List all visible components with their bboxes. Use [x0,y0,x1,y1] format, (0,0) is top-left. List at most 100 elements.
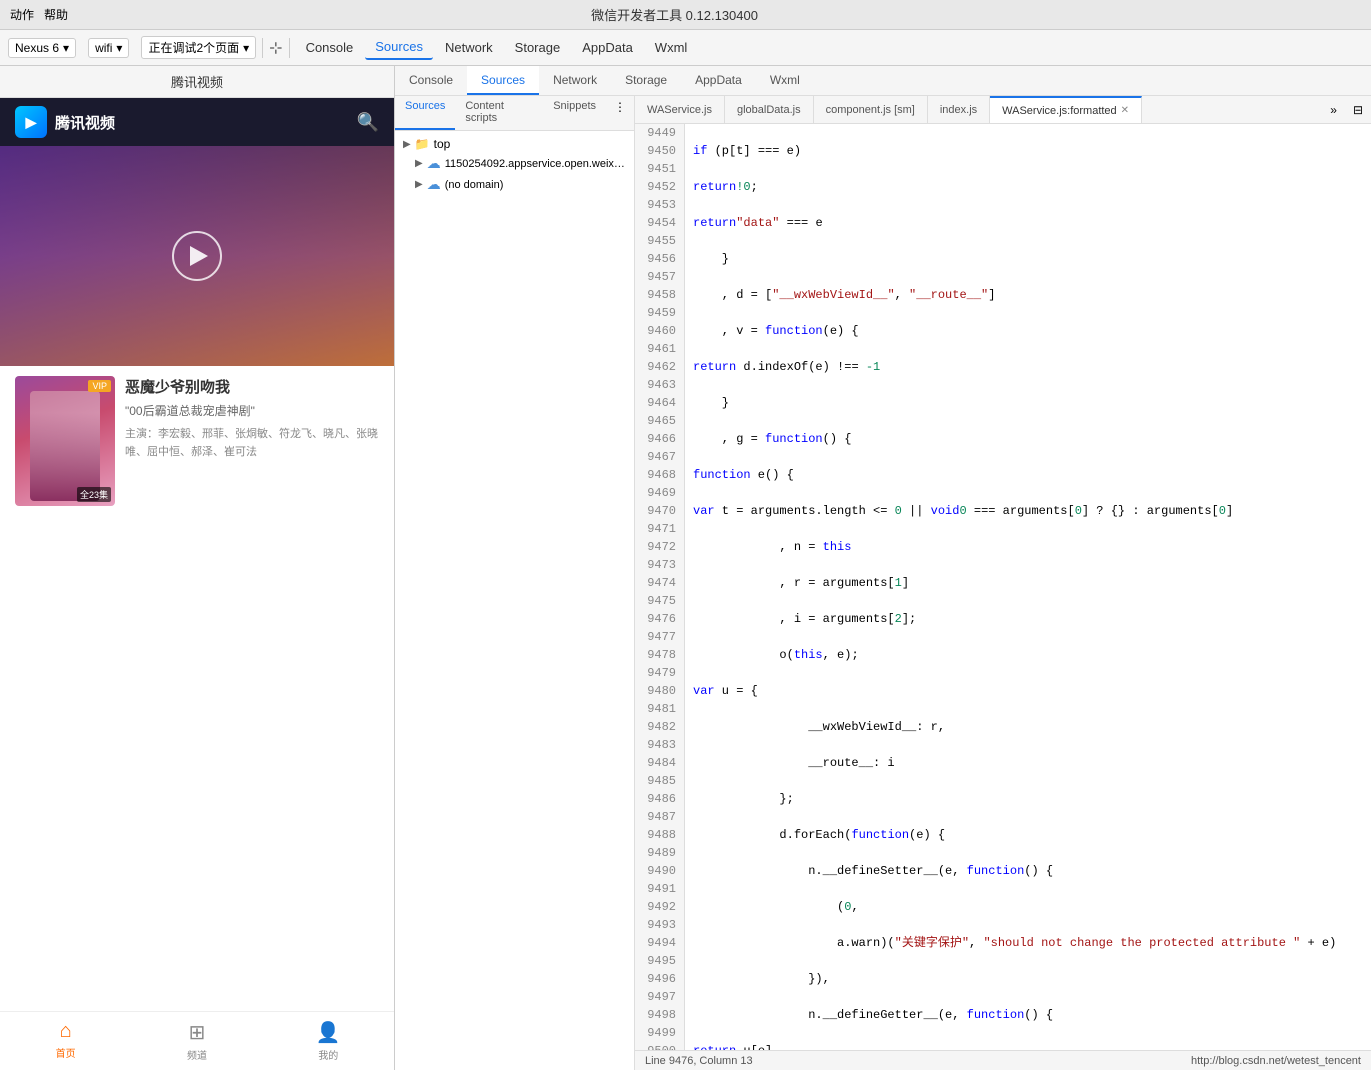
cursor-icon: ⊹ [269,38,282,58]
code-line: n.__defineSetter__(e, function() { [693,862,1371,880]
nav-channels[interactable]: ⊞ 频道 [131,1020,262,1062]
line-numbers: 9449 9450 9451 9452 9453 9454 9455 9456 … [635,124,685,1050]
tab-sources[interactable]: Sources [365,35,433,60]
device-chevron-icon: ▾ [63,41,69,55]
nav-profile[interactable]: 👤 我的 [263,1020,394,1062]
debug-selector[interactable]: 正在调试2个页面 ▾ [141,36,256,59]
code-line: return d.indexOf(e) !== -1 [693,358,1371,376]
device-name: Nexus 6 [15,41,59,55]
tree-item-domain[interactable]: ▶ ☁ 1150254092.appservice.open.weixin.qq… [395,153,634,174]
app-logo-icon: ▶ [15,106,47,138]
sources-sub-tabs: Sources Content scripts Snippets ⋮ [395,96,634,131]
app-title: 微信开发者工具 0.12.130400 [591,5,758,24]
nav-home-label: 首页 [56,1045,76,1060]
devtools-tab-storage[interactable]: Storage [611,66,681,95]
phone-content: ▶ 腾讯视频 🔍 [0,98,394,1070]
device-selector[interactable]: Nexus 6 ▾ [8,38,76,58]
devtools-panel: Console Sources Network Storage AppData … [395,66,1371,1070]
code-line: (0, [693,898,1371,916]
code-line: }; [693,790,1371,808]
tree-item-top[interactable]: ▶ 📁 top [395,135,634,153]
cloud-icon-2: ☁ [427,176,441,193]
code-line: function e() { [693,466,1371,484]
chevron-right-icon: ▶ [415,158,423,169]
channels-icon: ⊞ [189,1020,206,1045]
vip-badge: VIP [88,380,111,392]
code-line: return u[e] [693,1042,1371,1050]
code-lines: if (p[t] === e) return !0; return "data"… [685,124,1371,1050]
search-icon[interactable]: 🔍 [357,112,379,133]
tree-no-domain-label: (no domain) [445,179,504,191]
code-tab-component[interactable]: component.js [sm] [814,96,928,123]
code-tab-waservice-formatted[interactable]: WAService.js:formatted ✕ [990,96,1142,123]
main-toolbar: Nexus 6 ▾ wifi ▾ 正在调试2个页面 ▾ ⊹ Console So… [0,30,1371,66]
network-chevron-icon: ▾ [116,41,122,55]
code-tab-index[interactable]: index.js [928,96,990,123]
tab-console[interactable]: Console [296,36,364,59]
phone-header: 腾讯视频 [0,66,394,98]
code-tabs-more-icon[interactable]: » [1322,99,1345,121]
tab-network[interactable]: Network [435,36,503,59]
status-url: http://blog.csdn.net/wetest_tencent [1191,1055,1361,1067]
bottom-nav: ⌂ 首页 ⊞ 频道 👤 我的 [0,1011,394,1070]
tree-icon-folder: 📁 [415,137,430,151]
tree-domain-label: 1150254092.appservice.open.weixin.qq.co [445,158,626,170]
devtools-tab-wxml[interactable]: Wxml [756,66,814,95]
code-line: , r = arguments[1] [693,574,1371,592]
code-line: o(this, e); [693,646,1371,664]
tab-appdata[interactable]: AppData [572,36,643,59]
episode-count: 全23集 [77,487,111,502]
play-button[interactable] [172,231,222,281]
devtools-tabs: Console Sources Network Storage AppData … [395,66,1371,96]
sources-sidebar: Sources Content scripts Snippets ⋮ ▶ 📁 t… [395,96,635,1070]
code-line: , g = function() { [693,430,1371,448]
sources-more-icon[interactable]: ⋮ [606,96,634,130]
code-line: return "data" === e [693,214,1371,232]
network-selector[interactable]: wifi ▾ [88,38,129,58]
menu-help[interactable]: 帮助 [44,6,68,23]
code-line: var t = arguments.length <= 0 || void 0 … [693,502,1371,520]
devtools-tab-console[interactable]: Console [395,66,467,95]
phone-panel: 腾讯视频 ▶ 腾讯视频 🔍 [0,66,395,1070]
title-bar: 动作 帮助 微信开发者工具 0.12.130400 [0,0,1371,30]
subtab-content-scripts[interactable]: Content scripts [455,96,543,130]
code-tab-waservice[interactable]: WAService.js [635,96,725,123]
code-content[interactable]: 9449 9450 9451 9452 9453 9454 9455 9456 … [635,124,1371,1050]
phone-title: 腾讯视频 [171,75,223,90]
menu-bar[interactable]: 动作 帮助 [10,6,68,23]
show-title: 恶魔少爷别吻我 [125,376,379,397]
devtools-tab-sources[interactable]: Sources [467,66,539,95]
app-header: ▶ 腾讯视频 🔍 [0,98,394,146]
show-card: VIP 全23集 恶魔少爷别吻我 "00后霸道总裁宠虐神剧" 主演：李宏毅、邢菲… [15,376,379,506]
code-line: } [693,250,1371,268]
close-tab-icon[interactable]: ✕ [1121,105,1129,116]
tab-storage[interactable]: Storage [505,36,571,59]
sources-tree: ▶ 📁 top ▶ ☁ 1150254092.appservice.open.w… [395,131,634,1070]
code-line: a.warn)("关键字保护", "should not change the … [693,934,1371,952]
show-description: "00后霸道总裁宠虐神剧" [125,402,379,420]
devtools-tab-network[interactable]: Network [539,66,611,95]
subtab-sources[interactable]: Sources [395,96,455,130]
code-line-container: 9449 9450 9451 9452 9453 9454 9455 9456 … [635,124,1371,1050]
tab-wxml[interactable]: Wxml [645,36,698,59]
debug-text: 正在调试2个页面 [148,39,239,56]
nav-home[interactable]: ⌂ 首页 [0,1020,131,1062]
subtab-snippets[interactable]: Snippets [543,96,606,130]
code-line: , n = this [693,538,1371,556]
nav-channels-label: 频道 [187,1047,207,1062]
devtools-tab-appdata[interactable]: AppData [681,66,756,95]
code-tab-globaldata[interactable]: globalData.js [725,96,814,123]
main-layout: 腾讯视频 ▶ 腾讯视频 🔍 [0,66,1371,1070]
panel-toggle-icon[interactable]: ⊟ [1345,99,1371,121]
show-thumbnail[interactable]: VIP 全23集 [15,376,115,506]
tree-item-no-domain[interactable]: ▶ ☁ (no domain) [395,174,634,195]
code-editor: WAService.js globalData.js component.js … [635,96,1371,1070]
code-tabs: WAService.js globalData.js component.js … [635,96,1371,124]
code-line: __wxWebViewId__: r, [693,718,1371,736]
cloud-icon: ☁ [427,155,441,172]
cursor-position: Line 9476, Column 13 [645,1055,753,1067]
home-icon: ⌂ [60,1020,72,1043]
hero-image [0,146,394,366]
menu-action[interactable]: 动作 [10,6,34,23]
profile-icon: 👤 [316,1020,341,1045]
